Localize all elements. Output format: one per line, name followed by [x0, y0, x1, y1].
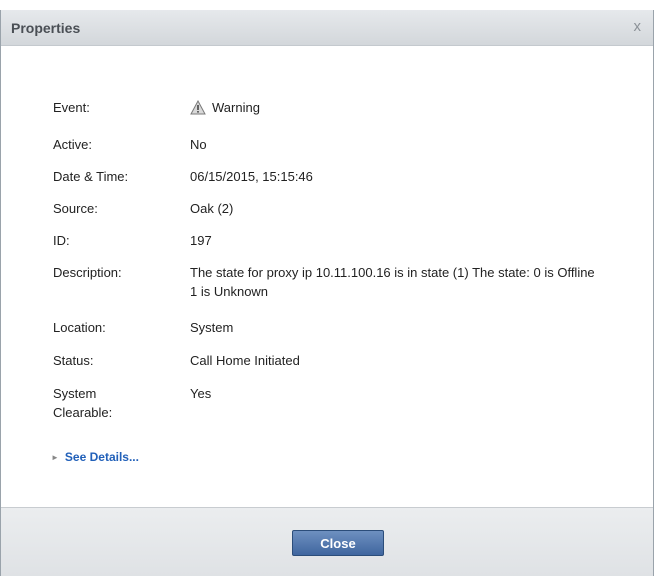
dialog-footer: Close — [1, 507, 653, 576]
property-value: 06/15/2015, 15:15:46 — [190, 169, 313, 184]
property-value: Yes — [190, 386, 212, 401]
property-label: System Clearable: — [53, 386, 113, 420]
event-value: Warning — [212, 100, 260, 115]
property-label: Active: — [53, 137, 93, 152]
property-label: Date & Time: — [53, 169, 129, 184]
dialog-title-bar: Properties x — [1, 10, 653, 46]
see-details-link[interactable]: ► See Details... — [51, 450, 139, 464]
property-value: Call Home Initiated — [190, 353, 300, 368]
expand-arrow-icon: ► — [51, 453, 59, 462]
property-label: Location: — [53, 320, 106, 335]
property-label: Source: — [53, 201, 98, 216]
background-window-strip — [0, 0, 656, 10]
see-details-label: See Details... — [64, 450, 139, 464]
properties-dialog: Properties x Event: Warning Active: No D… — [0, 10, 654, 576]
dialog-title: Properties — [11, 20, 81, 36]
property-value: Warning — [190, 98, 600, 120]
property-label: ID: — [53, 233, 70, 248]
dialog-body: Event: Warning Active: No Date & Time: 0… — [1, 46, 653, 476]
property-value: Oak (2) — [190, 201, 234, 216]
property-value: The state for proxy ip 10.11.100.16 is i… — [190, 265, 595, 299]
property-value: No — [190, 137, 207, 152]
warning-icon — [190, 99, 206, 120]
property-label: Description: — [53, 265, 122, 280]
property-label: Event: — [53, 100, 90, 115]
close-button[interactable]: Close — [292, 530, 384, 556]
property-label: Status: — [53, 353, 94, 368]
property-value: 197 — [190, 233, 212, 248]
property-value: System — [190, 320, 234, 335]
close-icon[interactable]: x — [634, 18, 642, 35]
